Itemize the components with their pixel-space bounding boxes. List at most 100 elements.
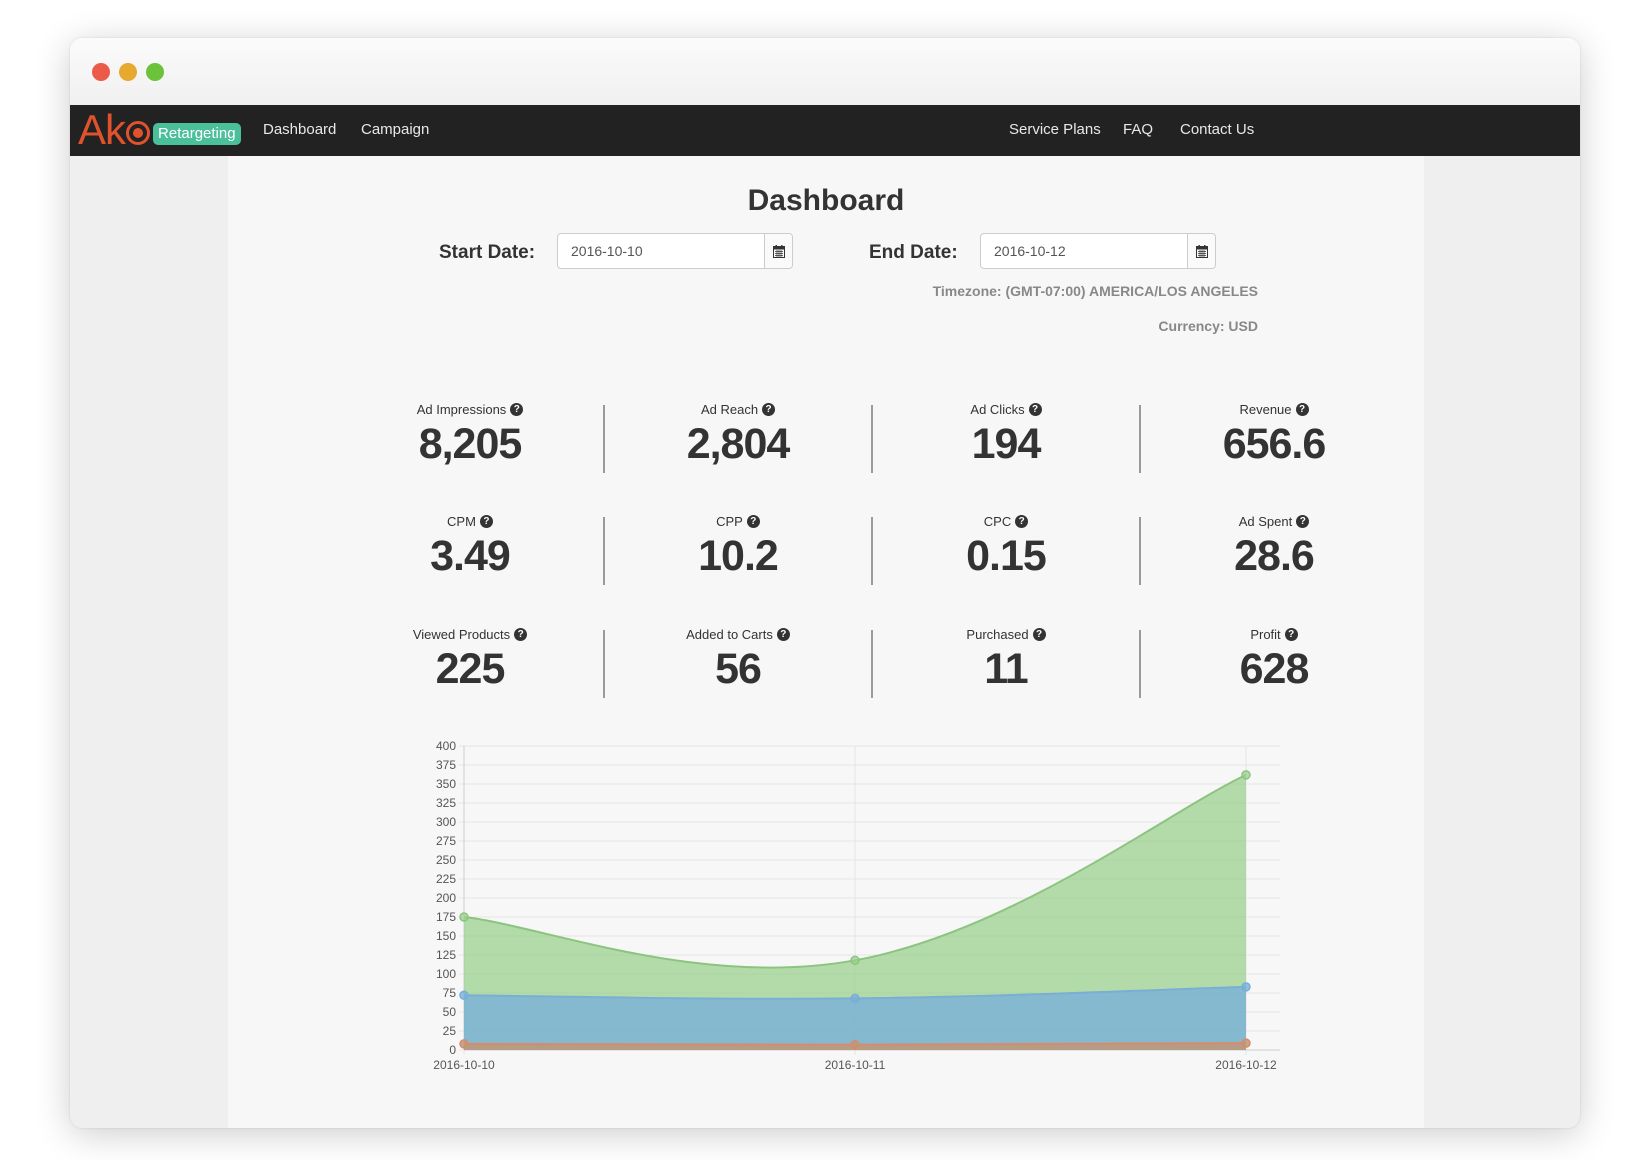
data-point[interactable]: [459, 1039, 469, 1049]
stat-purchased: Purchased? 11: [872, 627, 1140, 694]
minimize-window-button[interactable]: [119, 63, 137, 81]
data-point[interactable]: [459, 990, 469, 1001]
y-tick-label: 325: [436, 796, 456, 810]
y-tick-label: 400: [436, 739, 456, 753]
stat-value: 2,804: [686, 420, 791, 468]
data-point[interactable]: [850, 955, 860, 966]
close-window-button[interactable]: [92, 63, 110, 81]
currency-text: Currency: USD: [1158, 318, 1258, 334]
stat-divider: [871, 405, 873, 473]
stat-cpp: CPP? 10.2: [604, 514, 872, 581]
y-tick-label: 275: [436, 834, 456, 848]
y-tick-label: 300: [436, 815, 456, 829]
nav-link-service-plans[interactable]: Service Plans: [1009, 121, 1101, 138]
calendar-icon: [772, 244, 785, 258]
logo-ring-icon: [126, 121, 151, 145]
stat-cpm: CPM? 3.49: [336, 514, 604, 581]
start-date-input[interactable]: [558, 234, 754, 268]
stat-value: 8,205: [418, 420, 523, 468]
y-tick-label: 350: [436, 777, 456, 791]
end-date-field: [980, 233, 1216, 269]
stat-divider: [1139, 405, 1141, 473]
stat-label: Profit: [1250, 627, 1281, 642]
data-point[interactable]: [1241, 982, 1251, 992]
stat-value: 0.15: [966, 532, 1047, 580]
stat-divider: [603, 405, 605, 473]
y-tick-label: 25: [443, 1024, 457, 1038]
stat-value: 225: [435, 645, 506, 693]
end-date-calendar-button[interactable]: [1187, 234, 1215, 268]
y-tick-label: 50: [443, 1005, 457, 1019]
start-date-field: [557, 233, 793, 269]
stat-label: Ad Clicks: [970, 402, 1025, 417]
stat-value: 194: [971, 420, 1042, 468]
stat-label: Revenue: [1239, 402, 1292, 417]
stat-divider: [603, 630, 605, 698]
y-tick-label: 100: [436, 967, 456, 981]
stat-label: Ad Spent: [1238, 514, 1293, 529]
question-circle-icon[interactable]: ?: [1015, 515, 1029, 528]
stat-label: Viewed Products: [412, 627, 511, 642]
data-point[interactable]: [850, 993, 860, 1004]
browser-window: Ak Retargeting Dashboard Campaign Servic…: [70, 38, 1580, 1128]
question-circle-icon[interactable]: ?: [479, 515, 493, 528]
stat-revenue: Revenue? 656.6: [1140, 402, 1408, 469]
question-circle-icon[interactable]: ?: [1032, 628, 1046, 641]
y-tick-label: 225: [436, 872, 456, 886]
nav-link-campaign[interactable]: Campaign: [361, 121, 429, 138]
page-title: Dashboard: [747, 184, 905, 217]
brand-logo[interactable]: Ak Retargeting: [78, 108, 241, 152]
logo-badge: Retargeting: [153, 123, 241, 145]
calendar-icon: [1195, 244, 1208, 258]
stat-value: 56: [715, 645, 762, 693]
data-point[interactable]: [1241, 1038, 1251, 1048]
end-date-input[interactable]: [981, 234, 1177, 268]
data-point[interactable]: [850, 1039, 860, 1050]
x-tick-label: 2016-10-12: [1215, 1058, 1277, 1072]
question-circle-icon[interactable]: ?: [1028, 403, 1042, 416]
stat-value: 11: [984, 645, 1028, 693]
question-circle-icon[interactable]: ?: [510, 403, 524, 416]
start-date-calendar-button[interactable]: [764, 234, 792, 268]
stat-cpc: CPC? 0.15: [872, 514, 1140, 581]
maximize-window-button[interactable]: [146, 63, 164, 81]
stat-divider: [871, 630, 873, 698]
y-tick-label: 175: [436, 910, 456, 924]
stat-added-to-carts: Added to Carts? 56: [604, 627, 872, 694]
question-circle-icon[interactable]: ?: [1284, 628, 1298, 641]
nav-link-dashboard[interactable]: Dashboard: [263, 121, 336, 138]
question-circle-icon[interactable]: ?: [776, 628, 790, 641]
logo-wordmark: Ak: [78, 106, 126, 153]
stat-divider: [1139, 630, 1141, 698]
question-circle-icon[interactable]: ?: [514, 628, 528, 641]
stat-divider: [603, 517, 605, 585]
data-point[interactable]: [1241, 770, 1251, 780]
x-tick-label: 2016-10-11: [825, 1058, 886, 1072]
y-tick-label: 200: [436, 891, 456, 905]
stat-label: Purchased: [966, 627, 1029, 642]
question-circle-icon[interactable]: ?: [762, 403, 776, 416]
stat-value: 656.6: [1222, 420, 1327, 468]
dashboard-panel: Dashboard Start Date: End Date:: [228, 156, 1424, 1128]
stat-label: CPP: [716, 514, 743, 529]
nav-link-faq[interactable]: FAQ: [1123, 121, 1153, 138]
stat-viewed-products: Viewed Products? 225: [336, 627, 604, 694]
y-tick-label: 150: [436, 929, 456, 943]
nav-link-contact-us[interactable]: Contact Us: [1180, 121, 1254, 138]
x-tick-label: 2016-10-10: [433, 1058, 495, 1072]
question-circle-icon[interactable]: ?: [746, 515, 760, 528]
stat-ad-reach: Ad Reach? 2,804: [604, 402, 872, 469]
stat-label: CPC: [983, 514, 1012, 529]
question-circle-icon[interactable]: ?: [1295, 403, 1309, 416]
stat-label: Added to Carts: [686, 627, 773, 642]
end-date-label: End Date:: [869, 242, 958, 263]
stat-ad-impressions: Ad Impressions? 8,205: [336, 402, 604, 469]
stat-value: 28.6: [1234, 532, 1315, 580]
y-tick-label: 125: [436, 948, 456, 962]
stat-ad-clicks: Ad Clicks? 194: [872, 402, 1140, 469]
y-tick-label: 0: [449, 1043, 456, 1057]
data-point[interactable]: [459, 912, 469, 922]
question-circle-icon[interactable]: ?: [1296, 515, 1310, 528]
top-navbar: Ak Retargeting Dashboard Campaign Servic…: [70, 105, 1580, 156]
y-tick-label: 375: [436, 758, 456, 772]
